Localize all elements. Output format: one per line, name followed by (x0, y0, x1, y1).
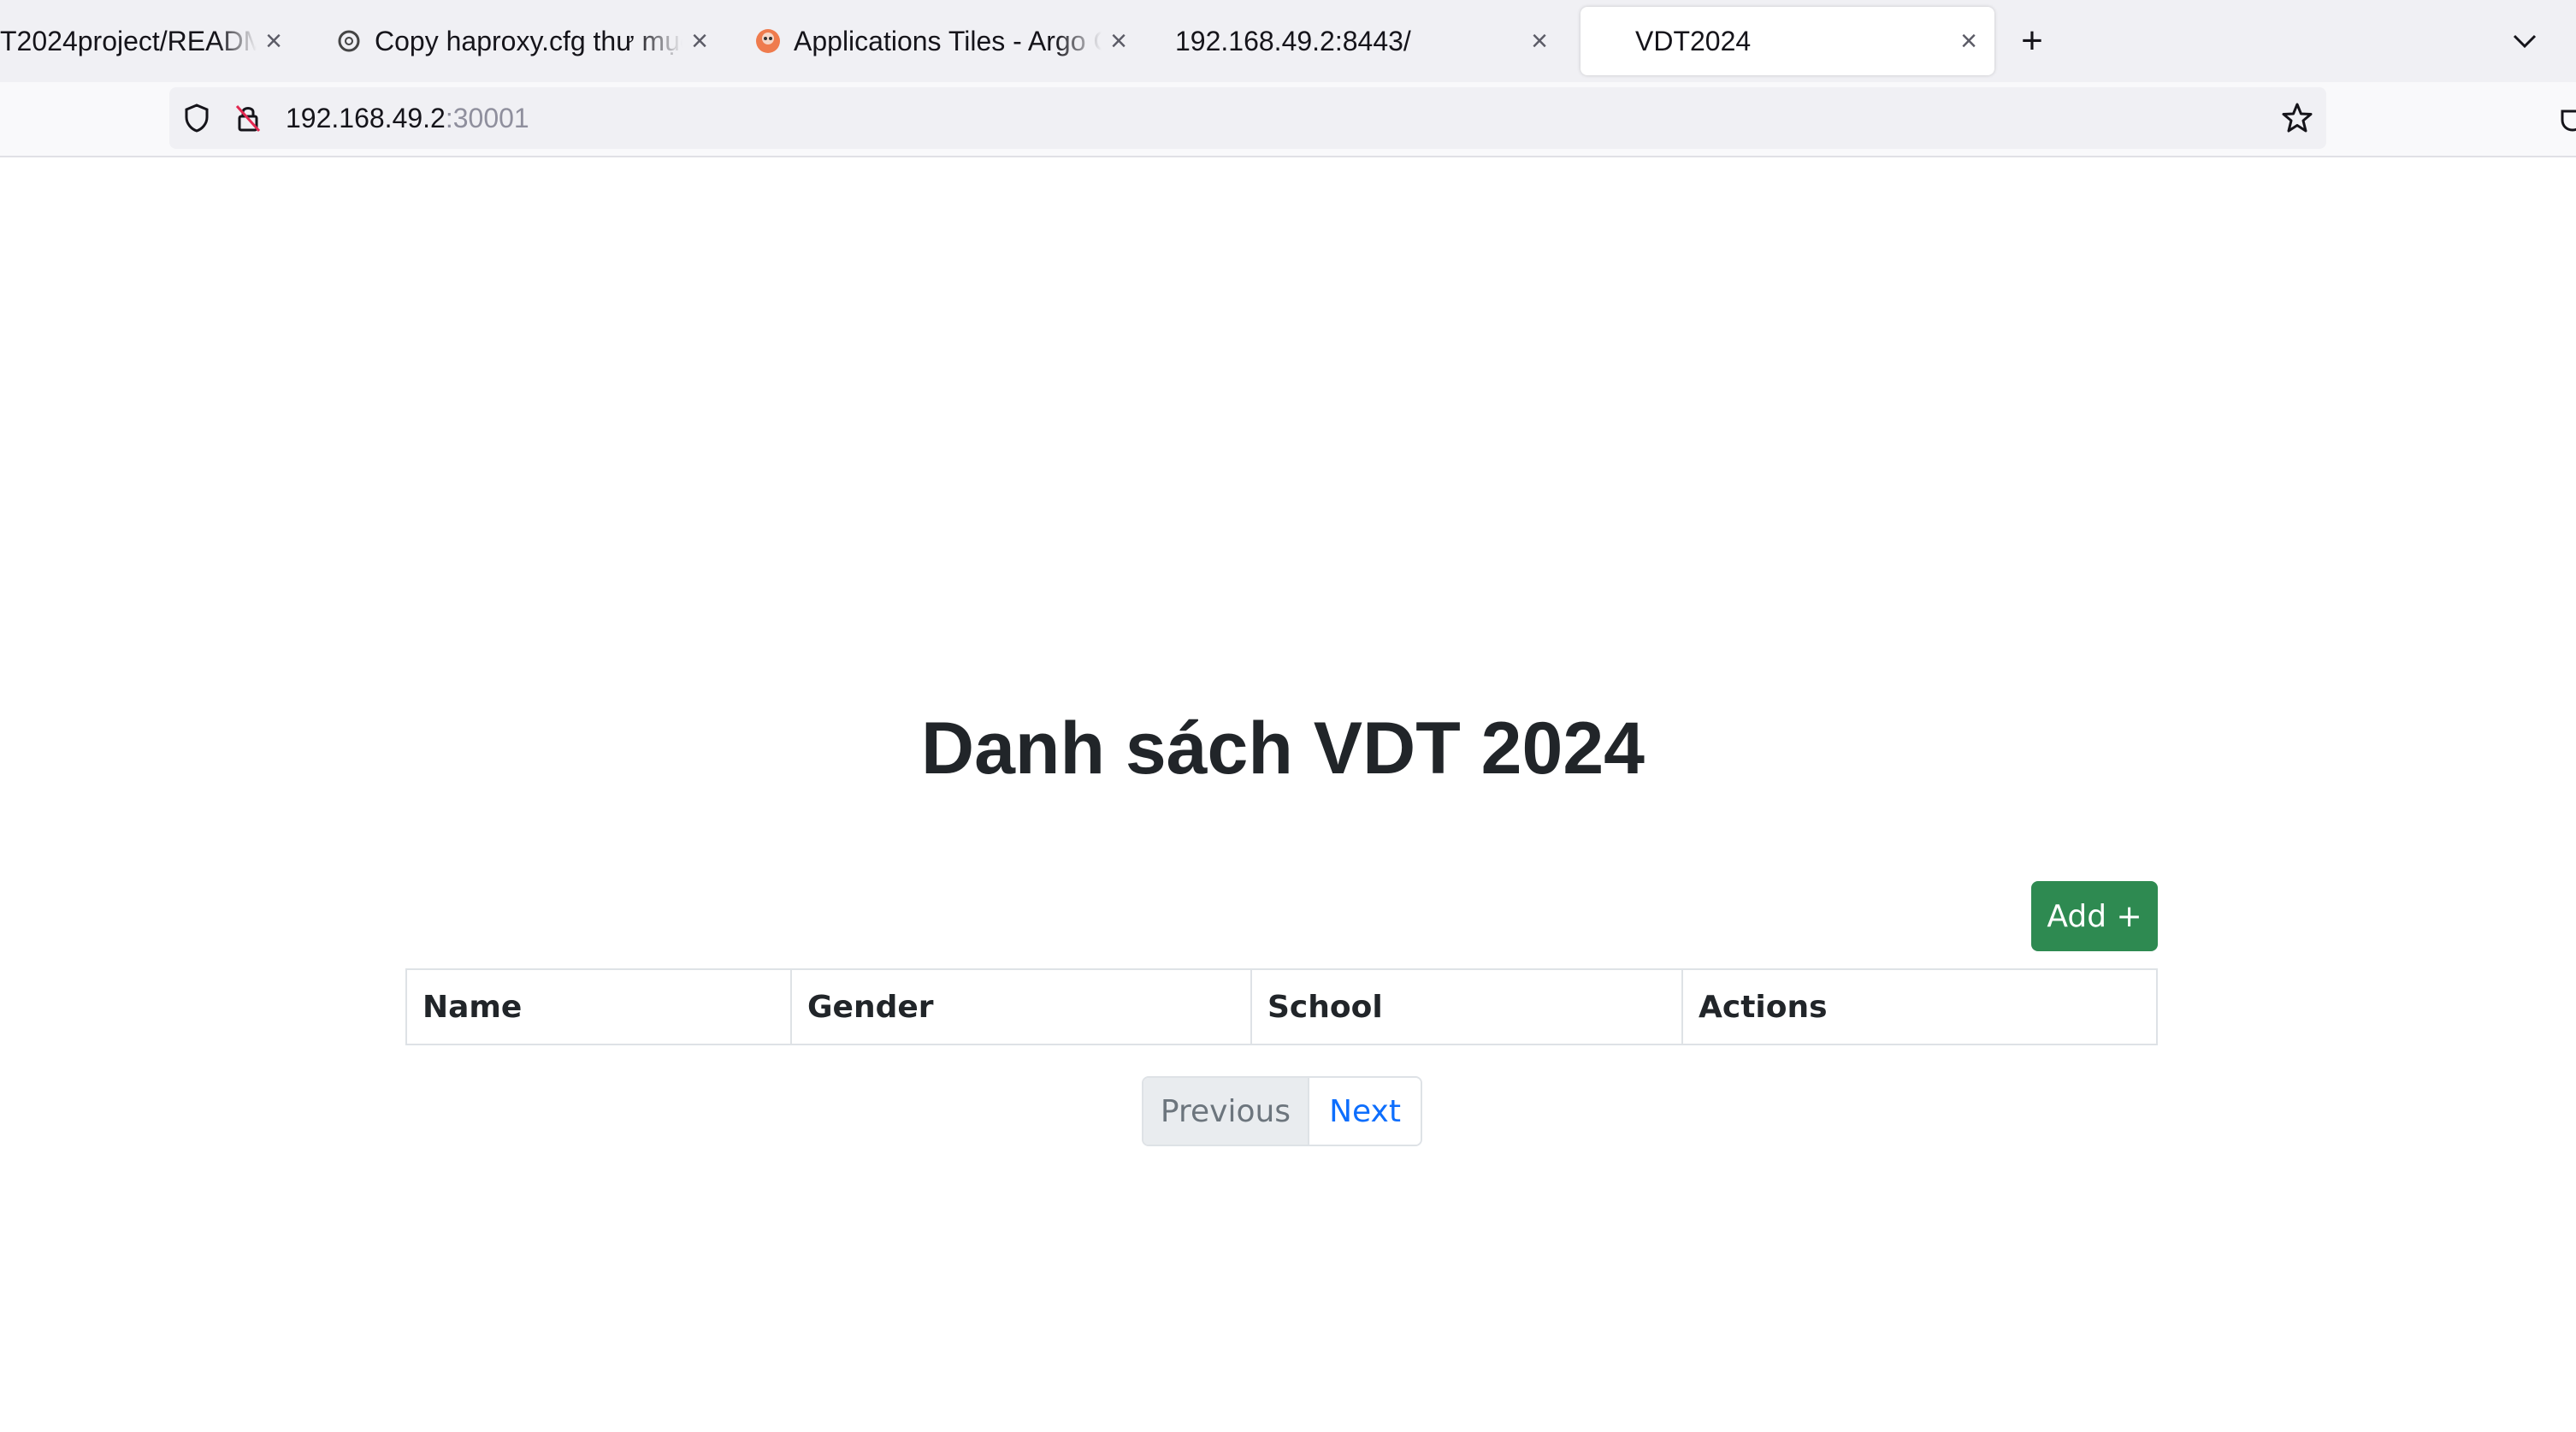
next-button[interactable]: Next (1309, 1078, 1421, 1145)
column-header-actions: Actions (1681, 968, 2158, 1045)
tab-label: T2024project/README (0, 25, 257, 56)
column-header-school: School (1250, 968, 1683, 1045)
openai-icon (335, 27, 363, 55)
tab-label: Copy haproxy.cfg thư mục (375, 25, 682, 56)
tab-label: VDT2024 (1635, 25, 1752, 56)
close-icon[interactable]: × (1102, 24, 1136, 58)
close-icon[interactable]: × (257, 24, 291, 58)
tab-vdt2024[interactable]: VDT2024 × (1580, 7, 1994, 75)
table-header-row: Name Gender School Actions (405, 968, 2158, 1045)
star-icon[interactable] (2280, 101, 2314, 135)
close-icon[interactable]: × (682, 24, 717, 58)
tab-label: 192.168.49.2:8443/ (1175, 25, 1411, 56)
tab-label: Applications Tiles - Argo CD (794, 25, 1102, 56)
tab-argo[interactable]: Applications Tiles - Argo CD × (754, 7, 1144, 75)
insecure-lock-icon[interactable] (233, 103, 263, 133)
shield-icon[interactable] (181, 103, 212, 133)
close-icon[interactable]: × (1522, 24, 1557, 58)
close-icon[interactable]: × (1952, 24, 1986, 58)
column-header-gender: Gender (790, 968, 1252, 1045)
nav-bar: 192.168.49.2:30001 (0, 82, 2576, 157)
tab-8443[interactable]: 192.168.49.2:8443/ × (1175, 7, 1565, 75)
url-text[interactable]: 192.168.49.2:30001 (286, 87, 529, 149)
pocket-icon[interactable] (2559, 104, 2576, 135)
data-table: Name Gender School Actions (405, 968, 2158, 1045)
url-bar[interactable]: 192.168.49.2:30001 (169, 87, 2326, 149)
previous-button[interactable]: Previous (1143, 1078, 1309, 1145)
add-button[interactable]: Add + (2031, 881, 2158, 951)
chevron-down-icon[interactable] (2504, 21, 2545, 62)
argo-icon (754, 27, 782, 55)
pagination: Previous Next (1142, 1076, 1422, 1146)
page-title: Danh sách VDT 2024 (920, 707, 1645, 790)
url-host: 192.168.49.2 (286, 103, 446, 133)
tab-readme[interactable]: T2024project/README × (0, 7, 299, 75)
column-header-name: Name (405, 968, 792, 1045)
tab-haproxy[interactable]: Copy haproxy.cfg thư mục × (335, 7, 725, 75)
url-port: :30001 (445, 103, 529, 133)
new-tab-button[interactable]: + (2012, 20, 2053, 62)
tab-bar: T2024project/README × Copy haproxy.cfg t… (0, 0, 2576, 82)
